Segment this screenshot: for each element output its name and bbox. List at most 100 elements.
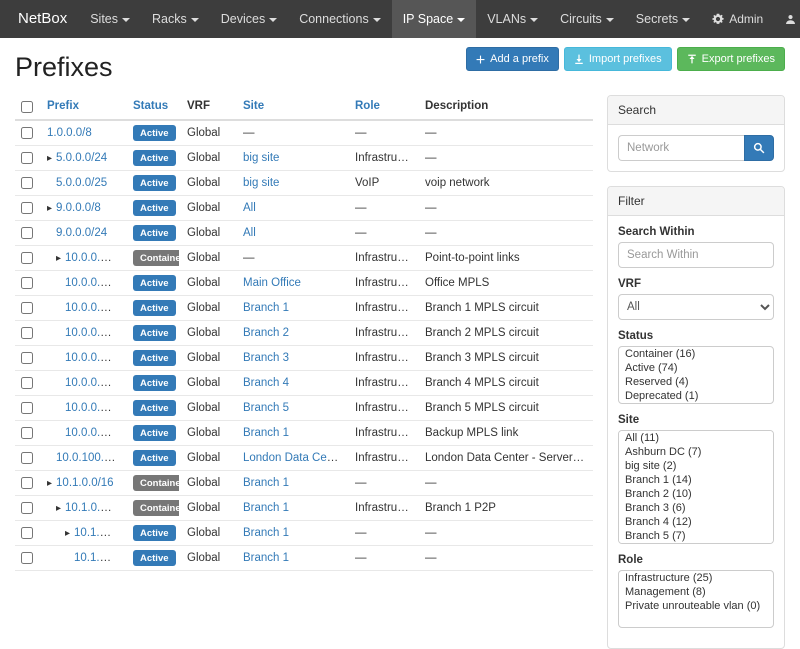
- site-link[interactable]: London Data Center: [243, 452, 347, 464]
- site-link[interactable]: Branch 1: [243, 552, 289, 564]
- filter-option[interactable]: Management (8): [619, 585, 773, 599]
- prefix-link[interactable]: 10.0.0.130/31: [65, 327, 125, 339]
- prefix-link[interactable]: 10.0.0.136/31: [65, 402, 125, 414]
- nav-item-vlans[interactable]: VLANs: [476, 0, 549, 38]
- filter-option[interactable]: Branch 3 (6): [619, 501, 773, 515]
- sort-prefix-link[interactable]: Prefix: [47, 100, 79, 112]
- filter-option[interactable]: Infrastructure (25): [619, 571, 773, 585]
- row-checkbox[interactable]: [21, 227, 33, 239]
- nav-item-connections[interactable]: Connections: [288, 0, 392, 38]
- site-link[interactable]: All: [243, 227, 256, 239]
- search-input[interactable]: [618, 135, 744, 161]
- site-link[interactable]: big site: [243, 152, 279, 164]
- row-checkbox[interactable]: [21, 552, 33, 564]
- vrf-cell: Global: [179, 171, 235, 196]
- sort-site-link[interactable]: Site: [243, 100, 264, 112]
- sort-status-link[interactable]: Status: [133, 100, 168, 112]
- site-link[interactable]: Branch 1: [243, 302, 289, 314]
- site-link[interactable]: All: [243, 202, 256, 214]
- search-button[interactable]: [744, 135, 774, 161]
- netbox-brand[interactable]: NetBox: [6, 0, 79, 38]
- row-checkbox-cell: [15, 196, 39, 221]
- site-link[interactable]: Branch 1: [243, 427, 289, 439]
- row-checkbox[interactable]: [21, 452, 33, 464]
- row-checkbox[interactable]: [21, 252, 33, 264]
- row-checkbox[interactable]: [21, 127, 33, 139]
- site-link[interactable]: Branch 1: [243, 502, 289, 514]
- row-checkbox[interactable]: [21, 202, 33, 214]
- add-prefix-button[interactable]: Add a prefix: [466, 47, 559, 71]
- row-checkbox[interactable]: [21, 402, 33, 414]
- filter-option[interactable]: Active (74): [619, 361, 773, 375]
- description-cell: Branch 3 MPLS circuit: [417, 346, 593, 371]
- vrf-select[interactable]: All: [618, 294, 774, 320]
- search-within-input[interactable]: [618, 242, 774, 268]
- filter-option[interactable]: Ashburn DC (7): [619, 445, 773, 459]
- prefix-link[interactable]: 9.0.0.0/24: [56, 227, 107, 239]
- filter-option[interactable]: big site (2): [619, 459, 773, 473]
- site-filter-select[interactable]: All (11)Ashburn DC (7)big site (2)Branch…: [618, 430, 774, 544]
- filter-option[interactable]: Private unrouteable vlan (0): [619, 599, 773, 613]
- site-link[interactable]: big site: [243, 177, 279, 189]
- row-checkbox[interactable]: [21, 302, 33, 314]
- select-all-checkbox[interactable]: [21, 101, 33, 113]
- site-cell: All: [235, 196, 347, 221]
- row-checkbox[interactable]: [21, 527, 33, 539]
- status-filter-select[interactable]: Container (16)Active (74)Reserved (4)Dep…: [618, 346, 774, 404]
- nav-item-circuits[interactable]: Circuits: [549, 0, 625, 38]
- filter-option[interactable]: Branch 5 (7): [619, 529, 773, 543]
- site-link[interactable]: Main Office: [243, 277, 301, 289]
- column-header-site: Site: [235, 95, 347, 120]
- filter-option[interactable]: Branch 1 (14): [619, 473, 773, 487]
- nav-item-ip-space[interactable]: IP Space: [392, 0, 477, 38]
- prefix-link[interactable]: 5.0.0.0/24: [56, 152, 107, 164]
- export-prefixes-button[interactable]: Export prefixes: [677, 47, 785, 71]
- filter-option[interactable]: Deprecated (1): [619, 389, 773, 403]
- prefix-link[interactable]: 10.1.0.0/25: [74, 527, 125, 539]
- prefix-link[interactable]: 10.0.0.0/24: [65, 252, 123, 264]
- site-link[interactable]: Branch 1: [243, 477, 289, 489]
- filter-option[interactable]: Reserved (4): [619, 375, 773, 389]
- prefix-link[interactable]: 10.1.0.0/24: [65, 502, 123, 514]
- nav-item-racks[interactable]: Racks: [141, 0, 210, 38]
- site-cell: big site: [235, 146, 347, 171]
- role-filter-select[interactable]: Infrastructure (25)Management (8)Private…: [618, 570, 774, 628]
- prefix-link[interactable]: 10.0.0.138/31: [65, 427, 125, 439]
- row-checkbox[interactable]: [21, 352, 33, 364]
- row-checkbox[interactable]: [21, 427, 33, 439]
- prefix-link[interactable]: 9.0.0.0/8: [56, 202, 101, 214]
- row-checkbox[interactable]: [21, 327, 33, 339]
- filter-option[interactable]: Container (16): [619, 347, 773, 361]
- prefix-link[interactable]: 10.0.0.128/31: [65, 302, 125, 314]
- nav-item-sites[interactable]: Sites: [79, 0, 141, 38]
- row-checkbox[interactable]: [21, 377, 33, 389]
- prefix-link[interactable]: 10.1.0.0/16: [56, 477, 114, 489]
- prefix-link[interactable]: 10.0.100.0/24: [56, 452, 125, 464]
- filter-option[interactable]: Branch 4 (12): [619, 515, 773, 529]
- nav-item-devices[interactable]: Devices: [210, 0, 288, 38]
- prefix-link[interactable]: 10.0.0.134/31: [65, 377, 125, 389]
- prefix-link[interactable]: 1.0.0.0/8: [47, 127, 92, 139]
- site-link[interactable]: Branch 5: [243, 402, 289, 414]
- row-checkbox[interactable]: [21, 277, 33, 289]
- row-checkbox[interactable]: [21, 477, 33, 489]
- site-link[interactable]: Branch 3: [243, 352, 289, 364]
- sort-role-link[interactable]: Role: [355, 100, 380, 112]
- nav-admin[interactable]: Admin: [701, 0, 774, 38]
- filter-option[interactable]: Branch 2 (10): [619, 487, 773, 501]
- row-checkbox[interactable]: [21, 502, 33, 514]
- filter-option[interactable]: COLO 1 (4): [619, 543, 773, 544]
- prefix-link[interactable]: 10.0.0.0/31: [65, 277, 123, 289]
- site-link[interactable]: Branch 2: [243, 327, 289, 339]
- site-link[interactable]: Branch 4: [243, 377, 289, 389]
- row-checkbox[interactable]: [21, 152, 33, 164]
- prefix-link[interactable]: 10.0.0.132/31: [65, 352, 125, 364]
- import-prefixes-button[interactable]: Import prefixes: [564, 47, 672, 71]
- prefix-link[interactable]: 5.0.0.0/25: [56, 177, 107, 189]
- nav-item-secrets[interactable]: Secrets: [625, 0, 701, 38]
- row-checkbox[interactable]: [21, 177, 33, 189]
- nav-profile[interactable]: Profile: [774, 0, 800, 38]
- filter-option[interactable]: All (11): [619, 431, 773, 445]
- site-link[interactable]: Branch 1: [243, 527, 289, 539]
- prefix-link[interactable]: 10.1.0.0/26: [74, 552, 125, 564]
